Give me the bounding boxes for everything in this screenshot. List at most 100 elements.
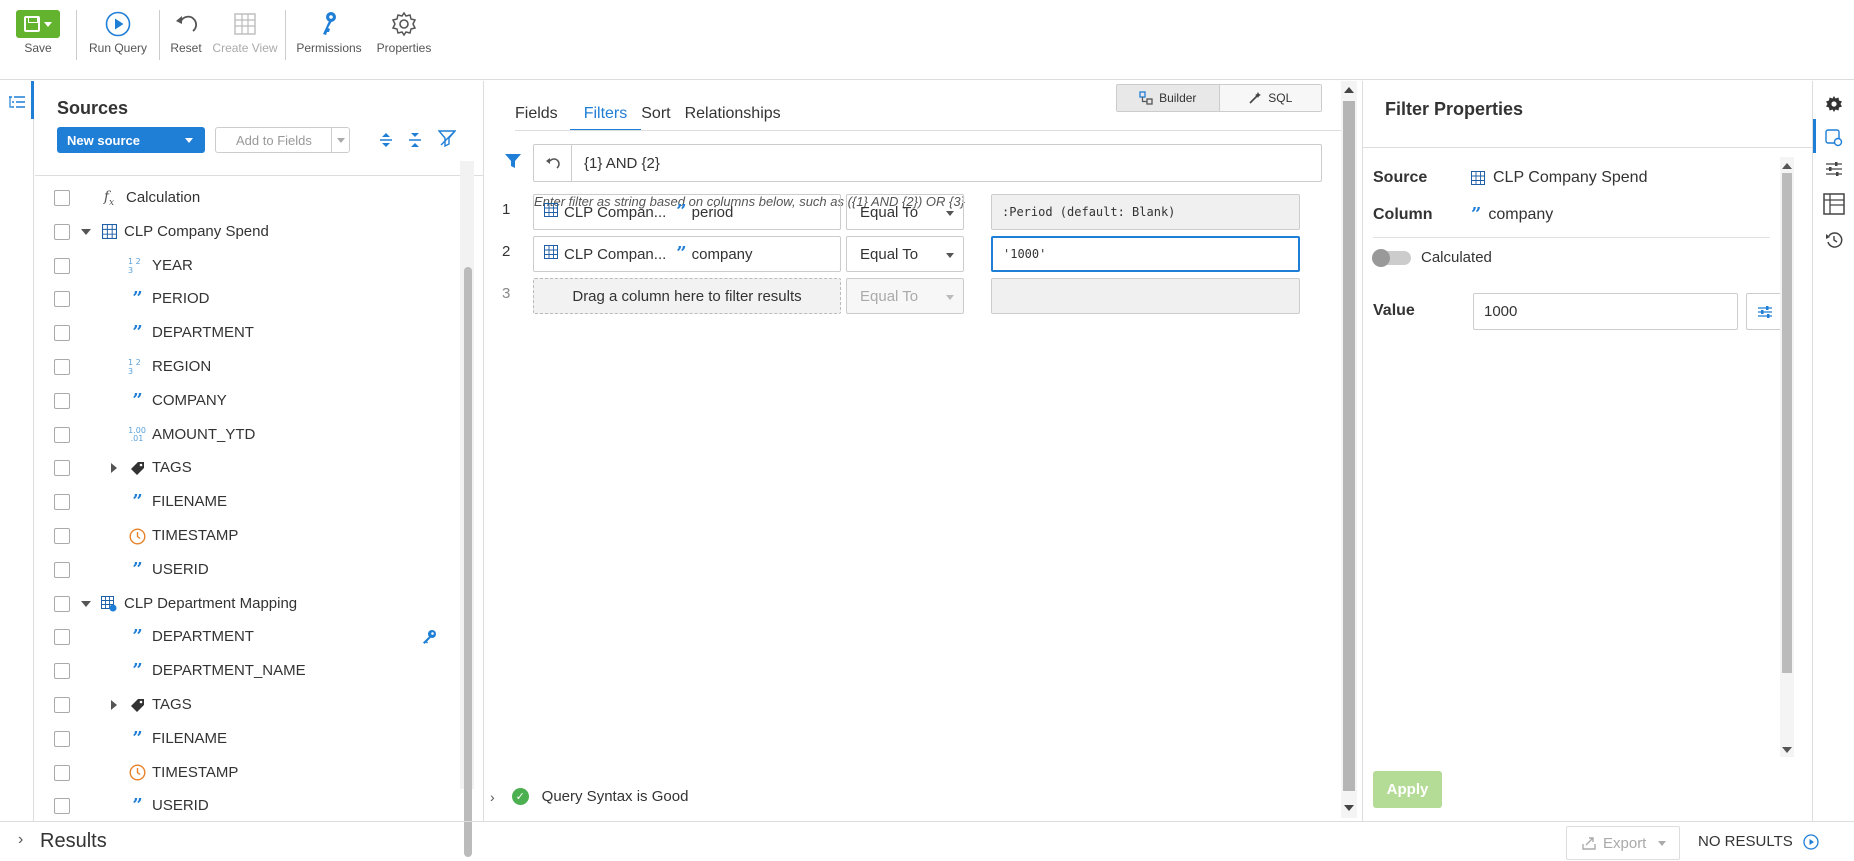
tree-item[interactable]: 1 2 3 YEAR — [35, 251, 460, 281]
properties-scrollbar[interactable] — [1780, 157, 1794, 757]
expand-all-icon[interactable] — [379, 131, 393, 153]
clear-filter-icon[interactable] — [437, 129, 457, 151]
value-options-button[interactable] — [1746, 293, 1783, 330]
run-query-button[interactable]: Run Query — [77, 0, 159, 64]
add-to-fields-button[interactable]: Add to Fields — [215, 127, 350, 153]
filter-column-field[interactable]: CLP Compan... ” company — [533, 236, 841, 272]
tree-item[interactable]: fx Calculation — [35, 183, 460, 213]
properties-button[interactable]: Properties — [372, 0, 436, 64]
filter-value-field[interactable]: :Period (default: Blank) — [991, 194, 1300, 230]
expand-toggle-icon[interactable] — [81, 228, 91, 235]
tree-item[interactable]: ” USERID — [35, 555, 460, 585]
tree-item[interactable]: 1 2 3 REGION — [35, 352, 460, 382]
collapse-toggle-icon[interactable] — [111, 463, 117, 474]
tree-item-checkbox[interactable] — [54, 460, 70, 477]
scroll-down-icon[interactable] — [1782, 747, 1792, 753]
tree-item[interactable]: TIMESTAMP — [35, 758, 460, 788]
tree-item[interactable]: TAGS — [35, 453, 460, 483]
export-button[interactable]: Export — [1566, 826, 1680, 860]
reset-button[interactable]: Reset — [160, 0, 212, 64]
tab-fields[interactable]: Fields — [515, 105, 572, 131]
save-button[interactable]: Save — [0, 0, 76, 64]
collapse-toggle-icon[interactable] — [111, 700, 117, 710]
tree-item[interactable]: ” COMPANY — [35, 386, 460, 416]
filter-expression-field[interactable]: {1} AND {2} — [533, 144, 1322, 182]
permissions-button[interactable]: Permissions — [286, 0, 372, 64]
filter-drop-zone[interactable]: Drag a column here to filter results — [533, 278, 841, 314]
tree-item[interactable]: ” DEPARTMENT — [35, 318, 460, 348]
expand-toggle-icon[interactable] — [81, 600, 91, 607]
editor-scrollbar[interactable] — [1341, 81, 1357, 818]
value-input[interactable]: 1000 — [1473, 293, 1738, 330]
scroll-up-icon[interactable] — [1344, 87, 1354, 93]
scroll-up-icon[interactable] — [1782, 163, 1792, 169]
tree-item[interactable]: ” USERID — [35, 791, 460, 819]
tree-item-checkbox[interactable] — [54, 629, 70, 646]
tree-item-checkbox[interactable] — [54, 561, 70, 578]
tree-item-checkbox[interactable] — [54, 697, 70, 713]
tree-item-checkbox[interactable] — [54, 257, 70, 274]
tree-item[interactable]: ” DEPARTMENT — [35, 622, 460, 652]
builder-mode-button[interactable]: Builder — [1117, 85, 1220, 111]
tab-relationships[interactable]: Relationships — [685, 105, 795, 131]
tree-item-checkbox[interactable] — [54, 595, 70, 612]
tree-item-checkbox[interactable] — [54, 392, 70, 409]
results-label[interactable]: Results — [40, 830, 107, 853]
play-icon[interactable] — [1803, 833, 1819, 850]
gear-icon[interactable] — [1825, 95, 1843, 117]
tree-item-checkbox[interactable] — [54, 291, 70, 308]
sliders-icon[interactable] — [1825, 161, 1843, 181]
filter-operator-select[interactable]: Equal To — [846, 194, 964, 230]
tree-item[interactable]: 1.00.01 AMOUNT_YTD — [35, 420, 460, 450]
add-to-fields-dropdown[interactable] — [331, 128, 349, 152]
filter-operator-select[interactable]: Equal To — [846, 236, 964, 272]
tree-item[interactable]: CLP Department Mapping — [35, 589, 460, 619]
filter-value-field[interactable] — [991, 278, 1300, 314]
history-icon[interactable] — [1825, 231, 1843, 253]
tree-item[interactable]: TIMESTAMP — [35, 521, 460, 551]
editor-scrollbar-thumb[interactable] — [1343, 101, 1355, 791]
tree-item[interactable]: TAGS — [35, 690, 460, 720]
tree-item-checkbox[interactable] — [54, 325, 70, 342]
tree-item-checkbox[interactable] — [54, 223, 70, 240]
tree-item-checkbox[interactable] — [54, 663, 70, 680]
calculated-toggle[interactable] — [1372, 249, 1411, 267]
sql-mode-button[interactable]: SQL — [1219, 85, 1321, 111]
expression-undo-button[interactable] — [534, 145, 572, 181]
filter-operator-select[interactable]: Equal To — [846, 278, 964, 314]
editor-tabs: Fields Filters Sort Relationships — [515, 105, 795, 131]
tree-item-checkbox[interactable] — [54, 798, 70, 815]
tree-item[interactable]: ” FILENAME — [35, 724, 460, 754]
sources-scrollbar-thumb[interactable] — [464, 267, 472, 857]
filter-column-field[interactable]: CLP Compan... ” period — [533, 194, 841, 230]
tree-item[interactable]: ” FILENAME — [35, 487, 460, 517]
tree-item[interactable]: ” DEPARTMENT_NAME — [35, 656, 460, 686]
new-source-button[interactable]: New source — [57, 127, 205, 153]
tree-item-checkbox[interactable] — [54, 528, 70, 544]
sources-scrollbar[interactable] — [460, 161, 474, 857]
tree-item-checkbox[interactable] — [54, 190, 70, 206]
tree-item-checkbox[interactable] — [54, 494, 70, 511]
collapse-all-icon[interactable] — [408, 131, 422, 153]
tree-item-checkbox[interactable] — [54, 359, 70, 375]
tab-filters[interactable]: Filters — [569, 105, 642, 131]
chevron-right-icon[interactable]: › — [18, 831, 23, 849]
columns-table-icon[interactable] — [1823, 193, 1845, 219]
tree-item-checkbox[interactable] — [54, 730, 70, 747]
tree-item[interactable]: CLP Company Spend — [35, 217, 460, 247]
tree-list-icon[interactable] — [8, 95, 26, 115]
apply-button[interactable]: Apply — [1373, 771, 1442, 808]
tree-item-label: USERID — [152, 797, 209, 815]
export-label: Export — [1603, 834, 1647, 852]
tree-item-label: DEPARTMENT — [152, 324, 254, 342]
filter-settings-icon[interactable] — [1825, 129, 1843, 151]
chevron-right-icon[interactable]: › — [490, 789, 495, 805]
tree-item[interactable]: ” PERIOD — [35, 284, 460, 314]
tab-sort[interactable]: Sort — [641, 105, 684, 131]
filter-value-field[interactable]: '1000' — [991, 236, 1300, 272]
scroll-down-icon[interactable] — [1344, 805, 1354, 811]
tree-item-checkbox[interactable] — [54, 426, 70, 443]
tree-item-checkbox[interactable] — [54, 764, 70, 781]
create-view-button[interactable]: Create View — [212, 0, 278, 64]
properties-scrollbar-thumb[interactable] — [1782, 173, 1792, 673]
